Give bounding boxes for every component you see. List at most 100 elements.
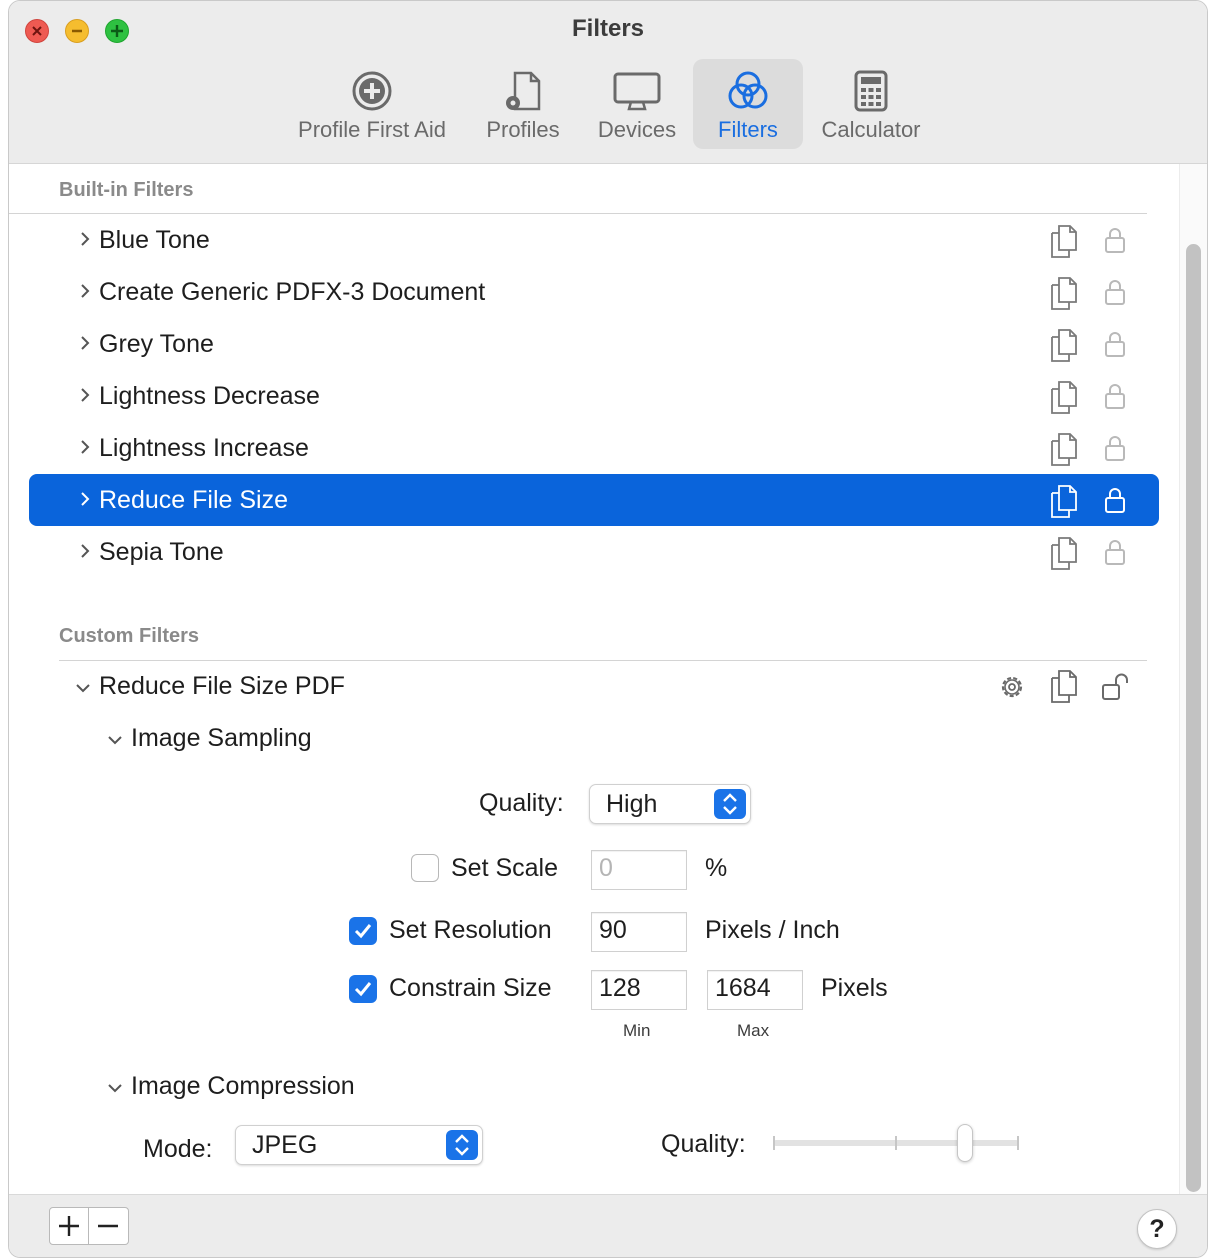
max-caption: Max bbox=[737, 1021, 770, 1040]
help-button[interactable]: ? bbox=[1137, 1209, 1177, 1249]
toolbar-profiles[interactable]: Profiles bbox=[475, 59, 571, 149]
document-gear-icon bbox=[506, 71, 541, 111]
calculator-icon bbox=[854, 70, 888, 112]
builtin-filter-row[interactable]: Grey Tone bbox=[29, 318, 1159, 370]
chevron-down-icon bbox=[108, 1084, 122, 1093]
mode-value: JPEG bbox=[252, 1131, 318, 1159]
image-compression-title: Image Compression bbox=[131, 1072, 355, 1100]
min-size-field[interactable]: 128 bbox=[591, 970, 687, 1010]
toolbar-devices[interactable]: Devices bbox=[587, 59, 687, 149]
builtin-filter-label: Blue Tone bbox=[99, 226, 210, 254]
chevron-right-icon bbox=[81, 544, 90, 558]
builtin-filter-label: Lightness Decrease bbox=[99, 382, 320, 410]
min-caption: Min bbox=[623, 1021, 651, 1040]
builtin-filter-row[interactable]: Reduce File Size bbox=[29, 474, 1159, 526]
builtin-filter-label: Grey Tone bbox=[99, 330, 214, 358]
compression-quality-label: Quality: bbox=[661, 1130, 746, 1158]
builtin-filter-row[interactable]: Lightness Increase bbox=[29, 422, 1159, 474]
lock-icon bbox=[1105, 384, 1125, 409]
builtin-filter-row[interactable]: Sepia Tone bbox=[29, 526, 1159, 578]
max-size-field[interactable]: 1684 bbox=[707, 970, 803, 1010]
duplicate-icon[interactable] bbox=[1049, 669, 1079, 703]
constrain-size-label: Constrain Size bbox=[389, 974, 552, 1002]
titlebar: Filters Profile First Aid Profiles Devic… bbox=[9, 1, 1207, 164]
divider bbox=[59, 660, 1147, 661]
builtin-filters-header: Built-in Filters bbox=[59, 179, 194, 201]
resolution-field[interactable]: 90 bbox=[591, 912, 687, 952]
chevron-right-icon bbox=[81, 336, 90, 350]
quality-value: High bbox=[606, 790, 658, 818]
toolbar-filters[interactable]: Filters bbox=[693, 59, 803, 149]
set-scale-checkbox[interactable] bbox=[411, 854, 439, 882]
filters-list: Built-in Filters Blue Tone Create Generic… bbox=[9, 164, 1207, 1257]
mode-label: Mode: bbox=[143, 1135, 213, 1163]
unlock-icon[interactable] bbox=[1101, 672, 1133, 702]
scale-unit: % bbox=[705, 854, 728, 882]
chevron-right-icon bbox=[81, 232, 90, 246]
duplicate-icon[interactable] bbox=[1049, 484, 1079, 518]
duplicate-icon[interactable] bbox=[1049, 380, 1079, 414]
set-resolution-label: Set Resolution bbox=[389, 916, 552, 944]
duplicate-icon[interactable] bbox=[1049, 224, 1079, 258]
builtin-filter-label: Reduce File Size bbox=[99, 486, 288, 514]
builtin-filter-row[interactable]: Lightness Decrease bbox=[29, 370, 1159, 422]
lock-icon bbox=[1105, 332, 1125, 357]
custom-filter-name: Reduce File Size PDF bbox=[99, 672, 345, 700]
toolbar-calculator[interactable]: Calculator bbox=[809, 59, 933, 149]
checkmark-icon bbox=[354, 924, 372, 939]
toolbar-label: Profile First Aid bbox=[298, 117, 446, 142]
lock-icon bbox=[1105, 228, 1125, 253]
resolution-unit: Pixels / Inch bbox=[705, 916, 840, 944]
custom-filters-header: Custom Filters bbox=[59, 625, 200, 647]
checkmark-icon bbox=[354, 982, 372, 997]
quality-popup[interactable]: High bbox=[589, 784, 751, 824]
filters-window: Filters Profile First Aid Profiles Devic… bbox=[8, 0, 1208, 1258]
builtin-filter-label: Lightness Increase bbox=[99, 434, 309, 462]
venn-circles-icon bbox=[728, 71, 768, 109]
gear-icon[interactable] bbox=[997, 672, 1027, 702]
slider-tick bbox=[773, 1136, 775, 1150]
chevron-right-icon bbox=[81, 492, 90, 506]
chevron-right-icon bbox=[81, 388, 90, 402]
display-icon bbox=[613, 72, 661, 111]
lock-icon bbox=[1105, 540, 1125, 565]
bottom-bar: ? bbox=[9, 1194, 1207, 1257]
builtin-filter-label: Create Generic PDFX-3 Document bbox=[99, 278, 486, 306]
chevron-right-icon bbox=[81, 284, 90, 298]
chevron-down-icon bbox=[76, 684, 90, 693]
stepper-icon bbox=[714, 789, 746, 819]
minus-icon bbox=[98, 1224, 118, 1228]
image-sampling-title: Image Sampling bbox=[131, 724, 312, 752]
toolbar-label: Filters bbox=[718, 117, 778, 142]
toolbar-label: Devices bbox=[597, 117, 677, 142]
duplicate-icon[interactable] bbox=[1049, 432, 1079, 466]
builtin-filter-label: Sepia Tone bbox=[99, 538, 224, 566]
lock-icon bbox=[1105, 488, 1125, 513]
scale-field[interactable]: 0 bbox=[591, 850, 687, 890]
slider-tick bbox=[895, 1136, 897, 1150]
builtin-filter-row[interactable]: Create Generic PDFX-3 Document bbox=[29, 266, 1159, 318]
plus-circle-icon bbox=[352, 71, 392, 111]
size-unit: Pixels bbox=[821, 974, 888, 1002]
plus-icon bbox=[59, 1216, 79, 1236]
lock-icon bbox=[1105, 280, 1125, 305]
duplicate-icon[interactable] bbox=[1049, 328, 1079, 362]
quality-label: Quality: bbox=[479, 789, 564, 817]
constrain-size-checkbox[interactable] bbox=[349, 975, 377, 1003]
duplicate-icon[interactable] bbox=[1049, 536, 1079, 570]
scrollbar-thumb[interactable] bbox=[1186, 244, 1201, 1192]
slider-thumb[interactable] bbox=[956, 1124, 973, 1162]
set-resolution-checkbox[interactable] bbox=[349, 917, 377, 945]
toolbar-label: Calculator bbox=[821, 117, 921, 142]
remove-filter-button[interactable] bbox=[89, 1207, 129, 1245]
chevron-down-icon bbox=[108, 736, 122, 745]
duplicate-icon[interactable] bbox=[1049, 276, 1079, 310]
mode-popup[interactable]: JPEG bbox=[235, 1125, 483, 1165]
set-scale-label: Set Scale bbox=[451, 854, 559, 882]
builtin-filter-row[interactable]: Blue Tone bbox=[29, 214, 1159, 266]
stepper-icon bbox=[446, 1130, 478, 1160]
toolbar-profile-first-aid[interactable]: Profile First Aid bbox=[287, 59, 457, 149]
chevron-right-icon bbox=[81, 440, 90, 454]
add-filter-button[interactable] bbox=[49, 1207, 89, 1245]
slider-tick bbox=[1017, 1136, 1019, 1150]
